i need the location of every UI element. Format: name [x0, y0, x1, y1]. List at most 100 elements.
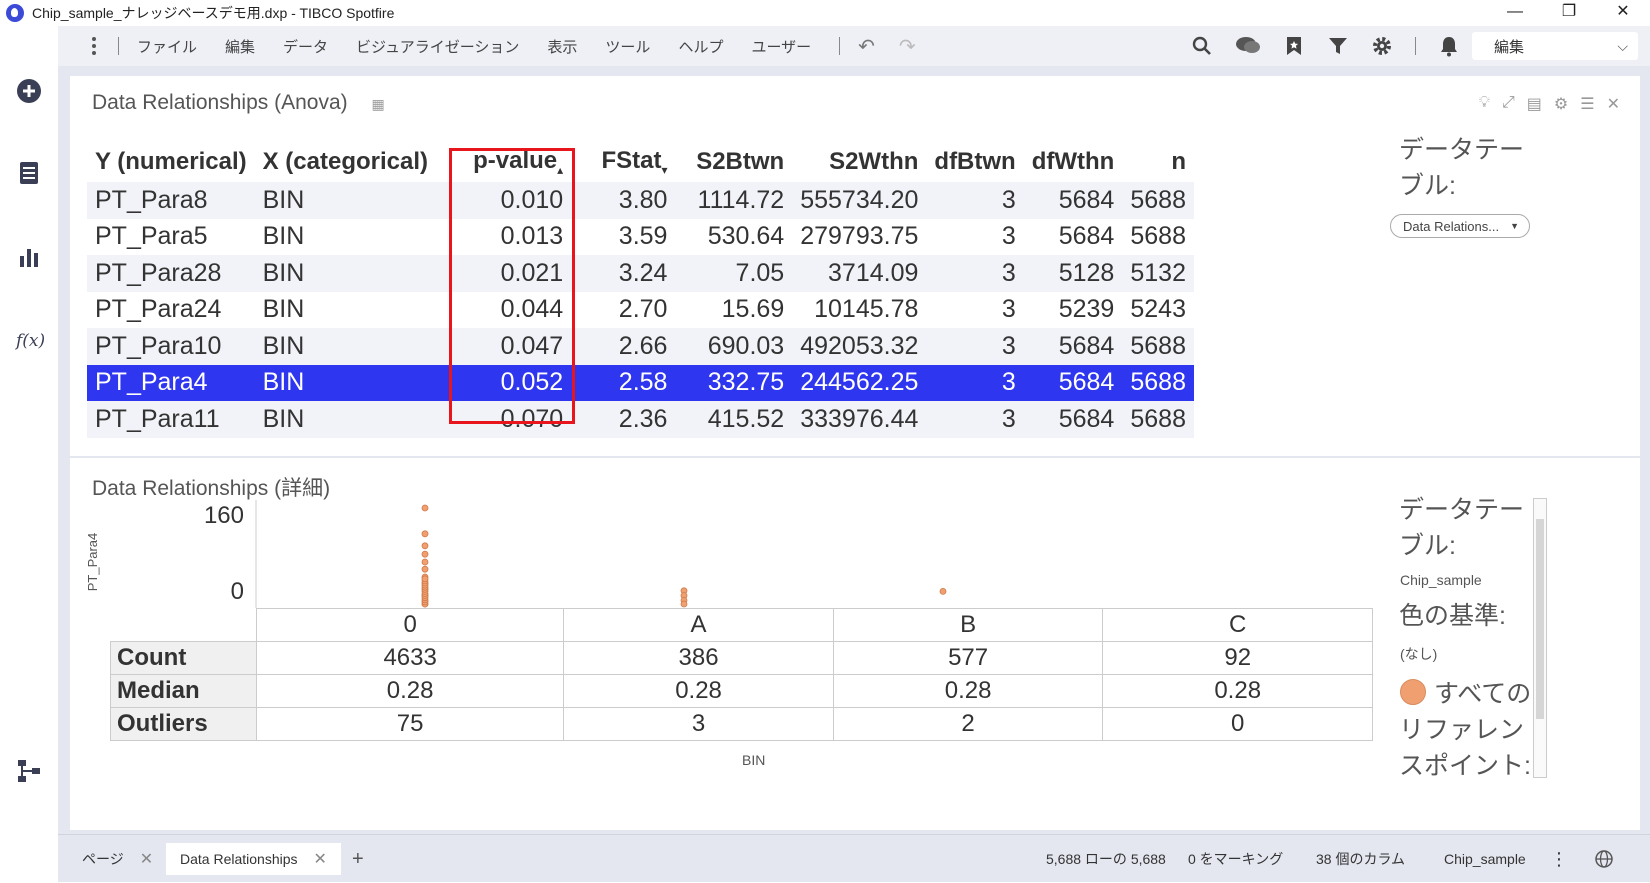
menu-user[interactable]: ユーザー [751, 36, 811, 57]
settings-gear-icon[interactable] [1371, 35, 1393, 57]
s2wthn-value: 3714.09 [792, 255, 927, 292]
more-menu-icon[interactable] [88, 37, 100, 55]
col-s2btwn[interactable]: S2Btwn [675, 142, 792, 182]
menu-visualization[interactable]: ビジュアライゼーション [356, 36, 519, 57]
col-x-categorical[interactable]: X (categorical) [255, 142, 448, 182]
menu-file[interactable]: ファイル [137, 36, 197, 57]
redo-icon[interactable]: ↷ [899, 34, 916, 59]
data-point[interactable] [421, 542, 429, 550]
color-by-value: (なし) [1400, 646, 1438, 662]
globe-icon[interactable] [1594, 849, 1614, 869]
marked-info: 0 をマーキング [1188, 851, 1284, 867]
stats-cell: 2 [832, 707, 1104, 741]
close-icon[interactable]: ✕ [1607, 94, 1620, 114]
dfwthn-value: 5684 [1023, 182, 1123, 219]
detail-side-table-label: データテーブル: [1399, 496, 1525, 560]
dfwthn-value: 5684 [1023, 328, 1123, 365]
data-point[interactable] [421, 550, 429, 558]
function-icon[interactable]: f(x) [16, 328, 45, 354]
anova-row[interactable]: PT_Para4 BIN 0.052 2.58 332.75 244562.25 3 5684… [87, 364, 1194, 401]
gear-icon[interactable]: ⚙ [1554, 94, 1568, 114]
x-value: BIN [262, 295, 305, 324]
data-table-name[interactable]: Chip_sample [1444, 835, 1526, 883]
s2wthn-value: 10145.78 [814, 295, 919, 324]
data-point[interactable] [421, 575, 429, 583]
restore-button[interactable]: ❐ [1542, 0, 1596, 26]
toolbar-icons [1191, 26, 1460, 66]
category-0-header: 0 [255, 608, 565, 642]
fstat-value: 2.66 [571, 328, 676, 365]
category-c-header: C [1102, 608, 1373, 642]
spotfire-logo-icon [6, 4, 24, 22]
stats-cell: 0.28 [1102, 674, 1373, 708]
col-fstat-label: FStat [601, 147, 662, 174]
anova-row[interactable]: PT_Para8 BIN 0.010 3.80 1114.72 555734.20 3 568… [87, 182, 1194, 219]
data-point[interactable] [939, 587, 947, 595]
menu-edit[interactable]: 編集 [225, 36, 255, 57]
scroll-thumb[interactable] [1536, 519, 1544, 719]
stats-corner [110, 608, 257, 642]
detail-visualization: Data Relationships (詳細) PT_Para4 160 0 0… [70, 458, 1640, 830]
anova-row[interactable]: PT_Para28 BIN 0.021 3.24 7.05 3714.09 3 5128 513… [87, 255, 1194, 292]
col-s2wthn[interactable]: S2Wthn [792, 142, 926, 182]
anova-row[interactable]: PT_Para11 BIN 0.070 2.36 415.52 333976.44 3 568… [87, 401, 1194, 438]
filter-icon[interactable] [1327, 35, 1349, 57]
s2wthn-value: 244562.25 [792, 364, 927, 401]
chat-icon[interactable] [1235, 35, 1261, 57]
data-table-select[interactable]: Data Relations... ▼ [1390, 214, 1530, 238]
s2wthn-value: 279793.75 [800, 222, 919, 251]
data-canvas-icon[interactable] [16, 758, 42, 784]
lightbulb-icon[interactable]: 💡︎ [1479, 94, 1490, 114]
close-button[interactable]: ✕ [1596, 0, 1650, 26]
menu-data[interactable]: データ [283, 36, 328, 57]
menu-view[interactable]: 表示 [547, 36, 577, 57]
anova-row[interactable]: PT_Para24 BIN 0.044 2.70 15.69 10145.78 3 5239 5… [87, 292, 1194, 329]
anova-row[interactable]: PT_Para5 BIN 0.013 3.59 530.64 279793.75 3 5684… [87, 219, 1194, 256]
data-point[interactable] [421, 558, 429, 566]
legend-item[interactable]: すべての... [1400, 674, 1532, 710]
maximize-icon[interactable]: ⤢ [1502, 94, 1515, 114]
page-tab-1[interactable]: Data Relationships ✕ [166, 843, 341, 875]
data-point[interactable] [421, 504, 429, 512]
col-fstat[interactable]: FStat▾ [571, 142, 675, 182]
undo-icon[interactable]: ↶ [858, 34, 875, 59]
notification-bell-icon[interactable] [1438, 35, 1460, 57]
data-point[interactable] [680, 600, 688, 608]
search-icon[interactable] [1191, 35, 1213, 57]
mode-select[interactable]: 編集 ⌵ [1472, 32, 1638, 60]
dfwthn-value: 5684 [1023, 364, 1123, 401]
details-icon[interactable]: ▤ [1527, 94, 1542, 114]
close-tab-icon[interactable]: ✕ [140, 849, 153, 869]
page-tab-label: Data Relationships [180, 851, 298, 867]
s2btwn-value: 530.64 [707, 222, 785, 251]
col-dfbtwn[interactable]: dfBtwn [926, 142, 1023, 182]
stats-row-label: Outliers [110, 707, 257, 741]
add-page-button[interactable]: + [352, 835, 364, 883]
menu-tools[interactable]: ツール [605, 36, 650, 57]
legend-scrollbar[interactable] [1533, 498, 1547, 778]
add-data-icon[interactable] [16, 78, 42, 104]
status-more-icon[interactable]: ⋮ [1550, 835, 1568, 883]
close-tab-icon[interactable]: ✕ [314, 849, 327, 869]
list-icon[interactable]: ☰ [1580, 94, 1594, 114]
fstat-value: 2.58 [571, 364, 676, 401]
stats-cell: 0.28 [563, 674, 834, 708]
col-y-numerical[interactable]: Y (numerical) [87, 142, 255, 182]
menu-help[interactable]: ヘルプ [678, 36, 723, 57]
dfwthn-value: 5684 [1023, 401, 1123, 438]
anova-row[interactable]: PT_Para10 BIN 0.047 2.66 690.03 492053.32 3 568… [87, 328, 1194, 365]
anova-table: Y (numerical) X (categorical) p-value▴ F… [87, 142, 1194, 438]
stats-table-body: Count 4633 386 577 92 Median 0.28 0.28 0.28 0.28 O… [110, 641, 1373, 741]
minimize-button[interactable]: — [1488, 0, 1542, 26]
col-dfwthn[interactable]: dfWthn [1024, 142, 1123, 182]
page-tab-0[interactable]: ページ ✕ [82, 843, 153, 875]
col-n[interactable]: n [1122, 142, 1194, 182]
data-point[interactable] [421, 565, 429, 573]
stats-cell: 0.28 [255, 674, 565, 708]
dfwthn-value: 5684 [1058, 222, 1115, 251]
visualization-toolbar: 💡︎ ⤢ ▤ ⚙ ☰ ✕ [1479, 94, 1620, 114]
visualization-types-icon[interactable] [16, 244, 42, 270]
bookmark-icon[interactable] [1283, 35, 1305, 57]
data-panel-icon[interactable] [16, 160, 42, 186]
data-point[interactable] [421, 530, 429, 538]
